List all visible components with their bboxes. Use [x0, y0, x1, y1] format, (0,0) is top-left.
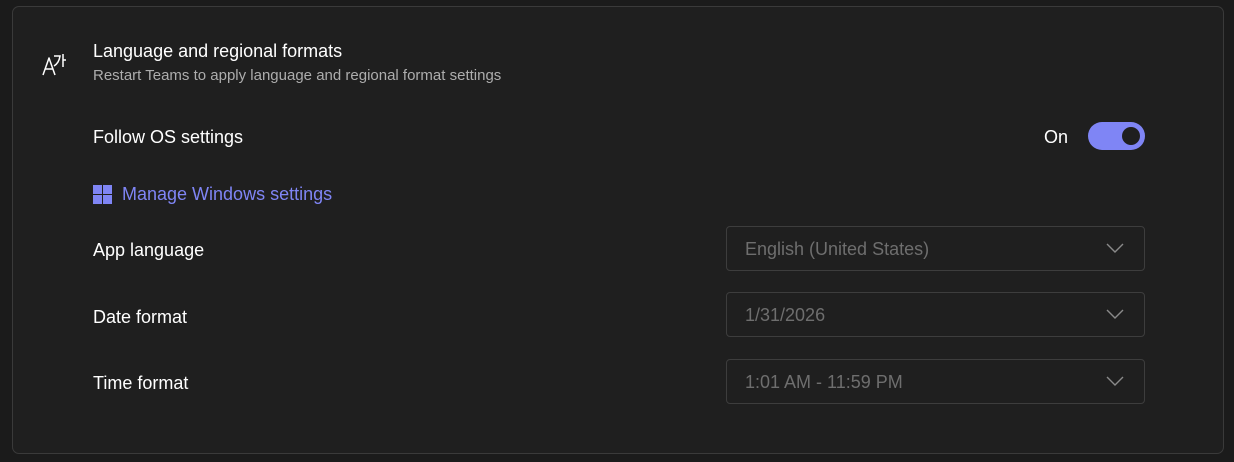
toggle-state-label: On [1044, 127, 1069, 147]
manage-windows-settings-link[interactable]: Manage Windows settings [93, 181, 332, 207]
toggle-knob [1122, 127, 1140, 145]
chevron-down-icon [1106, 243, 1124, 253]
chevron-down-icon [1106, 309, 1124, 319]
app-language-value: English (United States) [745, 239, 930, 259]
time-format-label: Time format [93, 373, 189, 393]
language-icon [42, 54, 66, 76]
language-settings-card: Language and regional formats Restart Te… [12, 6, 1224, 454]
app-language-label: App language [93, 240, 205, 260]
time-format-value: 1:01 AM - 11:59 PM [745, 372, 903, 392]
manage-windows-settings-label: Manage Windows settings [122, 184, 333, 204]
windows-icon [93, 184, 112, 204]
date-format-value: 1/31/2026 [745, 305, 826, 325]
section-subtitle: Restart Teams to apply language and regi… [93, 67, 502, 84]
follow-os-settings-label: Follow OS settings [93, 127, 244, 147]
time-format-dropdown[interactable]: 1:01 AM - 11:59 PM [726, 359, 1145, 404]
date-format-label: Date format [93, 307, 188, 327]
section-title: Language and regional formats [93, 41, 343, 61]
chevron-down-icon [1106, 376, 1124, 386]
follow-os-settings-toggle[interactable] [1088, 122, 1145, 150]
app-language-dropdown[interactable]: English (United States) [726, 226, 1145, 271]
date-format-dropdown[interactable]: 1/31/2026 [726, 292, 1145, 337]
